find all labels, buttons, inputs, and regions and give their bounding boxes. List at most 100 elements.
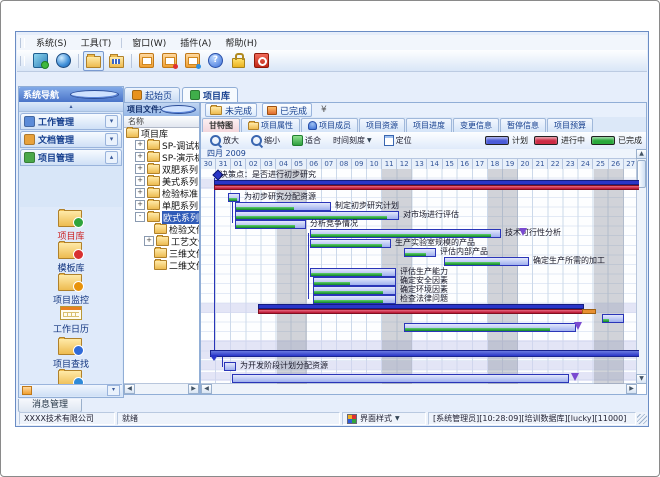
detail-tab-项目进度[interactable]: 项目进度 xyxy=(406,118,452,132)
tree-node[interactable]: 二维文件 xyxy=(124,259,199,271)
sidebar-panel-工作管理[interactable]: 工作管理▾ xyxy=(20,113,122,130)
task-bar[interactable] xyxy=(310,268,396,277)
message-button[interactable] xyxy=(136,51,157,71)
scroll-up-icon[interactable]: ▲ xyxy=(636,149,647,159)
task-bar[interactable] xyxy=(444,257,529,266)
tree-node[interactable]: +SP-调试机系 xyxy=(124,139,199,151)
tree-node[interactable]: +美式系列 xyxy=(124,175,199,187)
expander-icon[interactable]: + xyxy=(144,236,154,246)
tree-node[interactable]: +SP-演示机系 xyxy=(124,151,199,163)
system-monitor-button[interactable] xyxy=(30,51,51,71)
tree-node[interactable]: -欧式系列 xyxy=(124,211,199,223)
detail-tab-暂停信息[interactable]: 暂停信息 xyxy=(500,118,546,132)
task-bar[interactable] xyxy=(235,202,331,211)
scroll-right-icon[interactable]: ▶ xyxy=(626,384,637,394)
gantt-tool-时间刻度-button[interactable]: 时间刻度▼ xyxy=(328,133,377,148)
scroll-right-icon[interactable]: ▶ xyxy=(188,384,199,394)
task-bar[interactable] xyxy=(235,220,306,229)
summary-active-bar[interactable] xyxy=(258,309,584,314)
sidebar-item[interactable]: 项目库 xyxy=(20,207,122,239)
detail-tab-项目成员[interactable]: 项目成员 xyxy=(301,118,358,132)
menu-item[interactable]: 插件(A) xyxy=(173,35,218,50)
message-management-tab[interactable]: 消息管理 xyxy=(18,399,82,413)
summary-active-bar[interactable] xyxy=(214,185,639,190)
filter-未完成-button[interactable]: 未完成 xyxy=(205,103,257,117)
expander-icon[interactable]: + xyxy=(135,164,145,174)
menu-item[interactable]: 工具(T) xyxy=(74,35,119,50)
tree-node[interactable]: 检验文件 xyxy=(124,223,199,235)
globe-button[interactable] xyxy=(53,51,74,71)
detail-tab-变更信息[interactable]: 变更信息 xyxy=(453,118,499,132)
task-bar[interactable] xyxy=(404,323,576,332)
open-folder-button[interactable] xyxy=(83,51,104,71)
task-bar[interactable] xyxy=(228,193,240,202)
detail-tab-项目资源[interactable]: 项目资源 xyxy=(359,118,405,132)
pin-icon[interactable] xyxy=(161,105,197,114)
tree-node[interactable]: +单肥系列 xyxy=(124,199,199,211)
sidebar-item[interactable]: 工作日历 xyxy=(20,303,122,335)
expander-icon[interactable]: + xyxy=(135,200,145,210)
resize-grip[interactable] xyxy=(637,414,647,424)
expander-icon[interactable]: + xyxy=(135,152,145,162)
gantt-chart-area[interactable]: 决策点：是否进行初步研究为初步研究分配资源制定初步研究计划对市场进行评估分析竞争… xyxy=(201,169,639,384)
gantt-tool-放大-button[interactable]: 放大 xyxy=(205,133,244,148)
chevron-down-icon[interactable]: ▾ xyxy=(105,133,118,146)
filter-extra-button[interactable]: ¥ xyxy=(321,105,327,115)
task-bar[interactable] xyxy=(310,239,391,248)
menu-item[interactable]: 帮助(H) xyxy=(218,35,264,50)
gantt-tool-适合-button[interactable]: 适合 xyxy=(287,133,326,148)
sidebar-item[interactable]: 模板库 xyxy=(20,239,122,271)
tree-node[interactable]: 三维文件 xyxy=(124,247,199,259)
task-bar[interactable] xyxy=(224,362,236,371)
sidebar-panel-项目管理[interactable]: 项目管理▴ xyxy=(20,149,122,166)
expand-group-button[interactable]: ▾ xyxy=(107,385,120,396)
help-button[interactable] xyxy=(205,51,226,71)
message-read-button[interactable] xyxy=(182,51,203,71)
detail-tab-项目属性[interactable]: 项目属性 xyxy=(241,118,300,132)
expander-icon[interactable]: + xyxy=(135,188,145,198)
filter-已完成-button[interactable]: 已完成 xyxy=(262,103,312,117)
gantt-horizontal-scrollbar[interactable]: ◀ ▶ xyxy=(201,383,637,394)
tree-node[interactable]: +双肥系列 xyxy=(124,163,199,175)
ui-style-button[interactable]: 界面样式 ▼ xyxy=(342,412,426,425)
expander-icon[interactable]: + xyxy=(135,140,145,150)
pin-icon[interactable] xyxy=(70,90,119,99)
sidebar-item[interactable]: 任务查找 xyxy=(20,367,122,385)
task-bar[interactable] xyxy=(313,286,396,295)
scroll-left-icon[interactable]: ◀ xyxy=(124,384,135,394)
folder-chart-button[interactable] xyxy=(106,51,127,71)
detail-tab-项目预算[interactable]: 项目预算 xyxy=(547,118,593,132)
chevron-down-icon[interactable]: ▾ xyxy=(105,115,118,128)
tab-项目库[interactable]: 项目库 xyxy=(182,87,238,102)
summary-bar[interactable] xyxy=(210,350,639,357)
task-bar[interactable] xyxy=(404,248,436,257)
sidebar-panel-文档管理[interactable]: 文档管理▾ xyxy=(20,131,122,148)
detail-tab-甘特图[interactable]: 甘特图 xyxy=(202,118,240,132)
menu-item[interactable]: 系统(S) xyxy=(29,35,74,50)
scroll-left-icon[interactable]: ◀ xyxy=(201,384,212,394)
chevron-up-icon[interactable]: ▴ xyxy=(105,151,118,164)
task-bar[interactable] xyxy=(602,314,624,323)
tree-node[interactable]: +检验标准 xyxy=(124,187,199,199)
expander-icon[interactable]: + xyxy=(135,176,145,186)
task-bar[interactable] xyxy=(313,295,396,304)
tree-node[interactable]: 项目库 xyxy=(124,127,199,139)
message-add-button[interactable] xyxy=(159,51,180,71)
sidebar-item[interactable]: 项目查找 xyxy=(20,335,122,367)
task-bar[interactable] xyxy=(313,277,396,286)
gantt-tool-缩小-button[interactable]: 缩小 xyxy=(246,133,285,148)
task-bar[interactable] xyxy=(310,229,501,238)
gantt-tool-定位-button[interactable]: 定位 xyxy=(379,133,417,148)
tab-起始页[interactable]: 起始页 xyxy=(124,87,180,102)
stop-button[interactable] xyxy=(251,51,272,71)
menu-item[interactable]: 窗口(W) xyxy=(125,35,173,50)
expander-icon[interactable]: - xyxy=(135,212,145,222)
scroll-down-icon[interactable]: ▼ xyxy=(636,374,647,384)
task-bar[interactable] xyxy=(232,374,569,383)
tree-node[interactable]: +工艺文件 xyxy=(124,235,199,247)
lock-button[interactable] xyxy=(228,51,249,71)
sidebar-collapse-strip[interactable]: ▴ xyxy=(19,102,123,112)
tree-horizontal-scrollbar[interactable]: ◀ ▶ xyxy=(124,383,199,394)
sidebar-item[interactable]: 项目监控 xyxy=(20,271,122,303)
status-bar: XXXX技术有限公司 就绪 界面样式 ▼ [系统管理员][10:28:09][培… xyxy=(17,412,647,425)
